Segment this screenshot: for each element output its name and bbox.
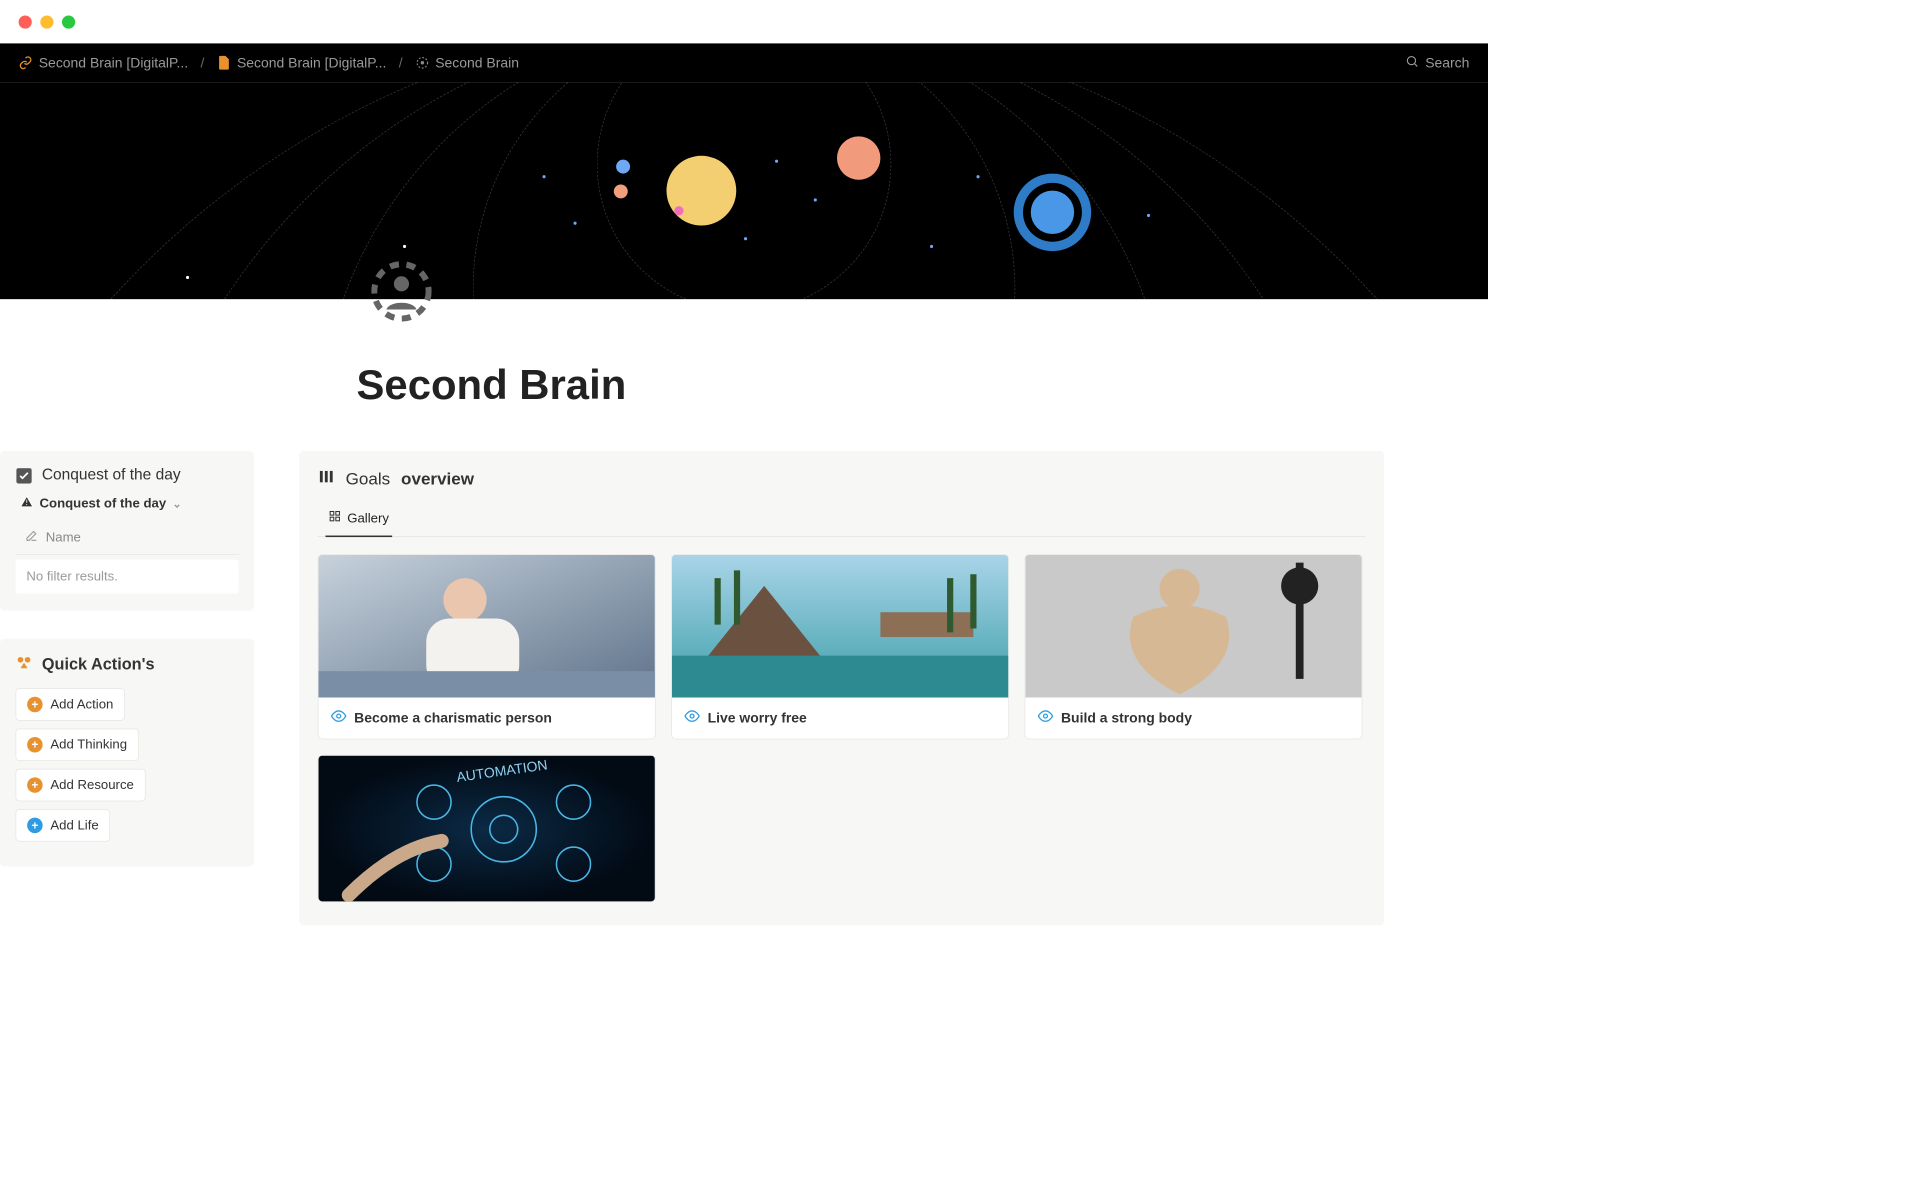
search-icon bbox=[1405, 54, 1419, 72]
goal-card-image bbox=[1025, 555, 1361, 698]
conquest-db-view[interactable]: Conquest of the day ⌄ bbox=[20, 495, 239, 512]
breadcrumb-mid[interactable]: Second Brain [DigitalP... bbox=[217, 55, 387, 71]
breadcrumb-current[interactable]: Second Brain bbox=[415, 55, 519, 71]
conquest-db-title: Conquest of the day bbox=[40, 496, 167, 511]
add-thinking-label: Add Thinking bbox=[50, 737, 127, 753]
view-tabs: Gallery bbox=[318, 502, 1366, 537]
goals-overview-card: Goals overview Gallery bbox=[299, 451, 1384, 925]
link-icon bbox=[19, 56, 33, 70]
maximize-window-dot[interactable] bbox=[62, 15, 75, 28]
breadcrumb-sep: / bbox=[201, 55, 205, 71]
add-thinking-button[interactable]: Add Thinking bbox=[16, 729, 139, 762]
goal-card-image bbox=[672, 555, 1008, 698]
target-icon bbox=[415, 56, 429, 70]
goal-card-image bbox=[319, 555, 655, 698]
add-action-button[interactable]: Add Action bbox=[16, 688, 125, 721]
tab-gallery[interactable]: Gallery bbox=[326, 502, 393, 537]
plus-icon bbox=[27, 737, 43, 753]
close-window-dot[interactable] bbox=[19, 15, 32, 28]
goal-card-label: Become a charismatic person bbox=[354, 710, 552, 726]
add-action-label: Add Action bbox=[50, 697, 113, 713]
rename-icon bbox=[25, 529, 38, 546]
add-life-label: Add Life bbox=[50, 818, 98, 834]
breadcrumb-mid-label: Second Brain [DigitalP... bbox=[237, 55, 386, 71]
goals-title-b: overview bbox=[401, 469, 474, 489]
eye-icon bbox=[1038, 708, 1054, 727]
goal-card-label: Live worry free bbox=[708, 710, 807, 726]
window-chrome bbox=[0, 0, 1488, 43]
goal-card-charismatic[interactable]: Become a charismatic person bbox=[318, 554, 656, 739]
add-life-button[interactable]: Add Life bbox=[16, 809, 111, 842]
checkbox-icon bbox=[16, 467, 33, 484]
no-results-msg: No filter results. bbox=[16, 560, 239, 594]
breadcrumb-root[interactable]: Second Brain [DigitalP... bbox=[19, 55, 189, 71]
goal-card-label: Build a strong body bbox=[1061, 710, 1192, 726]
plus-icon bbox=[27, 697, 43, 713]
search-label: Search bbox=[1425, 55, 1469, 71]
goals-title-a: Goals bbox=[346, 469, 391, 489]
breadcrumb-current-label: Second Brain bbox=[435, 55, 519, 71]
goal-card-automation[interactable]: AUTOMATION bbox=[318, 755, 656, 902]
warning-icon bbox=[20, 495, 33, 512]
page-icon bbox=[217, 56, 231, 70]
plus-icon bbox=[27, 777, 43, 793]
conquest-title: Conquest of the day bbox=[42, 467, 181, 485]
cover-image bbox=[0, 82, 1488, 299]
goal-card-strongbody[interactable]: Build a strong body bbox=[1025, 554, 1363, 739]
quick-actions-icon bbox=[16, 654, 33, 676]
page-emoji-icon[interactable] bbox=[369, 259, 434, 324]
chevron-down-icon: ⌄ bbox=[172, 497, 181, 510]
tab-gallery-label: Gallery bbox=[347, 510, 389, 525]
gallery-icon bbox=[329, 510, 341, 526]
goal-card-worryfree[interactable]: Live worry free bbox=[671, 554, 1009, 739]
minimize-window-dot[interactable] bbox=[40, 15, 53, 28]
name-column-label: Name bbox=[46, 530, 81, 546]
breadcrumb-sep: / bbox=[399, 55, 403, 71]
conquest-card: Conquest of the day Conquest of the day … bbox=[0, 451, 254, 611]
breadcrumb-root-label: Second Brain [DigitalP... bbox=[39, 55, 188, 71]
page-title: Second Brain bbox=[357, 361, 1489, 409]
dashed-person-icon bbox=[370, 260, 432, 322]
eye-icon bbox=[331, 708, 347, 727]
search-button[interactable]: Search bbox=[1405, 54, 1469, 72]
name-column-header[interactable]: Name bbox=[16, 522, 239, 555]
goal-card-image: AUTOMATION bbox=[319, 756, 655, 902]
breadcrumb: Second Brain [DigitalP... / Second Brain… bbox=[19, 55, 1405, 71]
plus-icon bbox=[27, 818, 43, 834]
add-resource-label: Add Resource bbox=[50, 777, 133, 793]
add-resource-button[interactable]: Add Resource bbox=[16, 769, 146, 802]
quick-actions-title: Quick Action's bbox=[42, 656, 155, 675]
eye-icon bbox=[684, 708, 700, 727]
quick-actions-card: Quick Action's Add Action Add Thinking A… bbox=[0, 639, 254, 867]
board-icon bbox=[318, 468, 335, 490]
topbar: Second Brain [DigitalP... / Second Brain… bbox=[0, 43, 1488, 82]
